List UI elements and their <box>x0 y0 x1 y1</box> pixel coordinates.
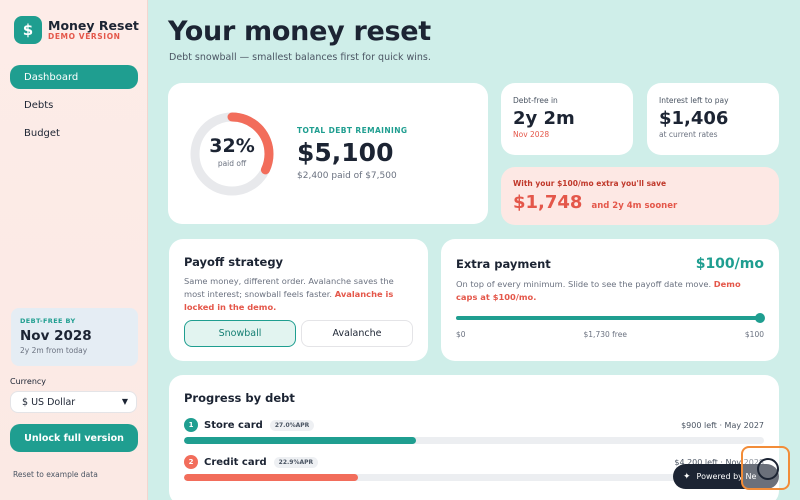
debt-row: 1 Store card 27.0%APR $900 left · May 20… <box>184 418 764 444</box>
dollar-logo-icon: $ <box>14 16 42 44</box>
debt-free-in-label: Debt-free in <box>513 96 558 105</box>
page-subtitle: Debt snowball — smallest balances first … <box>169 52 431 63</box>
chat-search-icon <box>757 458 779 480</box>
extra-payment-value: $100/mo <box>695 256 764 272</box>
sidebar-item-debts[interactable]: Debts <box>10 93 138 117</box>
snowball-button[interactable]: Snowball <box>184 320 296 347</box>
extra-payment-slider[interactable] <box>456 313 765 323</box>
extra-payment-card: Extra payment $100/mo On top of every mi… <box>441 239 779 361</box>
payoff-strategy-title: Payoff strategy <box>184 255 284 269</box>
debt-free-by-sub: 2y 2m from today <box>20 346 88 355</box>
total-debt-sub: $2,400 paid of $7,500 <box>297 171 397 181</box>
main-content: Your money reset Debt snowball — smalles… <box>148 0 800 500</box>
debt-free-by-date: Nov 2028 <box>20 328 92 344</box>
sidebar-nav: Dashboard Debts Budget <box>10 65 138 149</box>
extra-savings-value: $1,748 <box>513 192 583 213</box>
total-debt-label: TOTAL DEBT REMAINING <box>297 126 408 135</box>
chevron-down-icon: ▼ <box>121 397 128 406</box>
currency-label: Currency <box>10 377 47 386</box>
debt-free-in-card: Debt-free in 2y 2m Nov 2028 <box>501 83 633 155</box>
extra-payment-desc-text: On top of every minimum. Slide to see th… <box>456 279 712 289</box>
debt-rank-badge: 1 <box>184 418 198 432</box>
extra-savings-sub: and 2y 4m sooner <box>591 201 678 211</box>
debt-free-in-value: 2y 2m <box>513 108 575 129</box>
debt-progress-bar <box>184 437 764 444</box>
brand: $ Money Reset DEMO VERSION <box>14 16 139 44</box>
slider-min-label: $0 <box>456 330 466 339</box>
brand-subtitle: DEMO VERSION <box>48 32 121 41</box>
brand-name: Money Reset <box>48 18 139 33</box>
interest-left-card: Interest left to pay $1,406 at current r… <box>647 83 779 155</box>
page-title: Your money reset <box>168 16 431 47</box>
interest-left-label: Interest left to pay <box>659 96 729 105</box>
extra-savings-card: With your $100/mo extra you'll save $1,7… <box>501 167 779 225</box>
total-debt-value: $5,100 <box>297 138 394 167</box>
debt-free-in-date: Nov 2028 <box>513 130 550 139</box>
debt-name: Credit card <box>204 456 267 468</box>
extra-payment-title: Extra payment <box>456 257 551 271</box>
apr-badge: 27.0%APR <box>269 419 315 431</box>
slider-mid-label: $1,730 free <box>583 330 627 339</box>
slider-max-label: $100 <box>744 330 764 339</box>
sidebar: $ Money Reset DEMO VERSION Dashboard Deb… <box>0 0 148 500</box>
unlock-full-version-button[interactable]: Unlock full version <box>10 424 138 452</box>
currency-selected-value: $ US Dollar <box>22 396 76 408</box>
payoff-strategy-description: Same money, different order. Avalanche s… <box>184 275 413 314</box>
apr-badge: 22.9%APR <box>273 456 319 468</box>
sidebar-item-budget[interactable]: Budget <box>10 121 138 145</box>
extra-savings-label: With your $100/mo extra you'll save <box>513 179 667 188</box>
debt-free-by-label: DEBT-FREE BY <box>20 317 76 325</box>
sparkle-icon: ✦ <box>683 471 691 482</box>
sidebar-item-dashboard[interactable]: Dashboard <box>10 65 138 89</box>
payoff-strategy-card: Payoff strategy Same money, different or… <box>169 239 428 361</box>
progress-by-debt-title: Progress by debt <box>184 391 295 405</box>
debt-rank-badge: 2 <box>184 455 198 469</box>
paid-off-label: paid off <box>217 159 247 168</box>
debt-free-summary-card: DEBT-FREE BY Nov 2028 2y 2m from today <box>11 308 138 366</box>
debt-progress-fill <box>184 437 416 444</box>
currency-select[interactable]: $ US Dollar ▼ <box>10 391 137 413</box>
extra-payment-description: On top of every minimum. Slide to see th… <box>456 278 764 304</box>
debt-remaining: $900 left · May 2027 <box>681 420 764 430</box>
paid-off-percent: 32% <box>209 135 255 157</box>
debt-name: Store card <box>204 419 263 431</box>
interest-left-sub: at current rates <box>659 130 718 139</box>
chat-widget-button[interactable] <box>741 446 790 490</box>
interest-left-value: $1,406 <box>659 108 729 129</box>
total-debt-card: 32% paid off TOTAL DEBT REMAINING $5,100… <box>168 83 488 224</box>
debt-progress-fill <box>184 474 358 481</box>
extra-payment-slider-thumb[interactable] <box>755 313 765 323</box>
avalanche-button[interactable]: Avalanche <box>301 320 413 347</box>
reset-example-data-link[interactable]: Reset to example data <box>13 470 98 479</box>
